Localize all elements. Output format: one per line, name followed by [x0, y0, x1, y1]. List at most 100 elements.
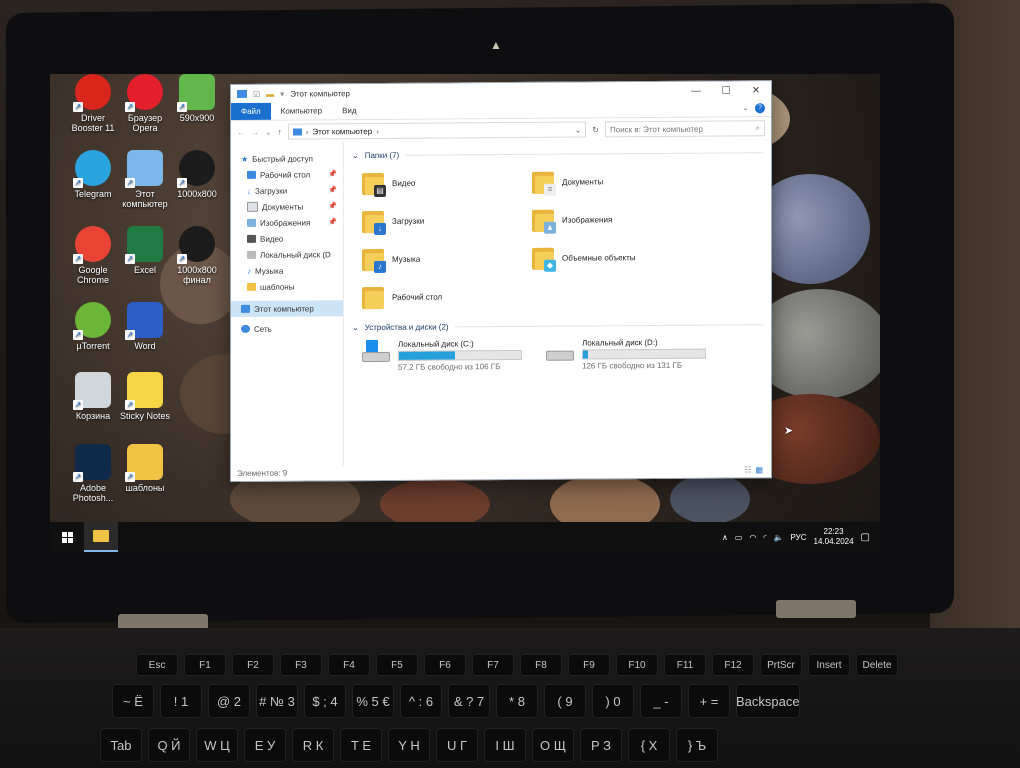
- keyboard-key[interactable]: ~ Ё: [112, 684, 154, 718]
- nav-item-downloads[interactable]: ↓ Загрузки 📌: [231, 182, 343, 199]
- notifications-icon[interactable]: ▢: [861, 532, 870, 543]
- keyboard-key[interactable]: % 5 €: [352, 684, 394, 718]
- nav-item-videos[interactable]: Видео: [231, 230, 343, 247]
- keyboard-key[interactable]: F11: [664, 654, 706, 676]
- tab-file[interactable]: Файл: [231, 102, 271, 120]
- pin-icon[interactable]: 📌: [328, 186, 337, 194]
- taskbar-file-explorer[interactable]: [84, 522, 118, 552]
- breadcrumb-chevron-icon[interactable]: ›: [376, 126, 379, 135]
- keyboard-key[interactable]: F9: [568, 654, 610, 676]
- folder-pictures[interactable]: ▲ Изображения: [532, 202, 702, 237]
- folder-videos[interactable]: ▤ Видео: [362, 165, 532, 200]
- pin-icon[interactable]: 📌: [328, 218, 337, 226]
- breadcrumb[interactable]: Этот компьютер: [312, 127, 372, 136]
- desktop-icon[interactable]: ↗ шаблоны: [112, 444, 178, 493]
- tab-view[interactable]: Вид: [332, 102, 366, 119]
- keyboard-key[interactable]: F8: [520, 654, 562, 676]
- keyboard-key[interactable]: _ -: [640, 684, 682, 718]
- desktop-icon[interactable]: ↗ 590x900: [164, 74, 230, 123]
- keyboard-key[interactable]: ^ : 6: [400, 684, 442, 718]
- keyboard-key[interactable]: @ 2: [208, 684, 250, 718]
- keyboard-key[interactable]: Insert: [808, 654, 850, 676]
- keyboard-key[interactable]: F12: [712, 654, 754, 676]
- nav-item-local-disk-d[interactable]: Локальный диск (D: [231, 246, 343, 263]
- keyboard-key[interactable]: Q Й: [148, 728, 190, 762]
- nav-quick-access[interactable]: ★ Быстрый доступ: [231, 150, 343, 167]
- nav-this-pc[interactable]: Этот компьютер: [231, 300, 343, 317]
- keyboard-key[interactable]: $ ; 4: [304, 684, 346, 718]
- nav-item-pictures[interactable]: Изображения 📌: [231, 214, 343, 231]
- folders-section-header[interactable]: ⌄ Папки (7): [352, 145, 763, 162]
- clock[interactable]: 22:23 14.04.2024: [814, 527, 854, 547]
- keyboard-key[interactable]: W Ц: [196, 728, 238, 762]
- keyboard-key[interactable]: E У: [244, 728, 286, 762]
- help-icon[interactable]: ?: [755, 102, 765, 113]
- keyboard-key[interactable]: Y Н: [388, 728, 430, 762]
- volume-icon[interactable]: 🔈: [774, 533, 784, 542]
- pin-icon[interactable]: 📌: [328, 202, 337, 210]
- properties-icon[interactable]: ☑: [253, 89, 260, 98]
- drive-d[interactable]: Локальный диск (D:) 126 ГБ свободно из 1…: [546, 338, 706, 371]
- keyboard-key[interactable]: F2: [232, 654, 274, 676]
- refresh-icon[interactable]: ↻: [592, 125, 599, 134]
- minimize-button[interactable]: —: [681, 82, 711, 100]
- battery-icon[interactable]: ▭: [735, 533, 743, 542]
- nav-item-desktop[interactable]: Рабочий стол 📌: [231, 166, 343, 183]
- keyboard-key[interactable]: Backspace: [736, 684, 800, 718]
- keyboard-key[interactable]: * 8: [496, 684, 538, 718]
- keyboard-key[interactable]: I Ш: [484, 728, 526, 762]
- keyboard-key[interactable]: # № 3: [256, 684, 298, 718]
- pin-icon[interactable]: 📌: [328, 170, 337, 178]
- forward-arrow-icon[interactable]: →: [251, 127, 259, 136]
- keyboard-key[interactable]: F4: [328, 654, 370, 676]
- wifi-icon[interactable]: ◜: [763, 533, 766, 542]
- address-bar[interactable]: › Этот компьютер › ⌄: [287, 121, 587, 140]
- folder-music[interactable]: ♪ Музыка: [362, 241, 532, 276]
- folder-downloads[interactable]: ↓ Загрузки: [362, 203, 532, 238]
- keyboard-key[interactable]: ( 9: [544, 684, 586, 718]
- up-arrow-icon[interactable]: ↑: [278, 127, 282, 136]
- drive-c[interactable]: Локальный диск (C:) 57,2 ГБ свободно из …: [362, 339, 522, 372]
- keyboard-key[interactable]: T Е: [340, 728, 382, 762]
- expand-ribbon-icon[interactable]: ⌄: [742, 103, 749, 112]
- devices-section-header[interactable]: ⌄ Устройства и диски (2): [352, 317, 763, 334]
- keyboard-key[interactable]: F7: [472, 654, 514, 676]
- file-explorer-window[interactable]: ☑ ▬ ▾ Этот компьютер — ☐ ✕ Файл Компьюте…: [230, 80, 772, 482]
- keyboard-key[interactable]: Delete: [856, 654, 898, 676]
- folder-documents[interactable]: ≡ Документы: [532, 164, 702, 199]
- recent-locations-icon[interactable]: ⌄: [265, 127, 272, 136]
- keyboard-key[interactable]: ) 0: [592, 684, 634, 718]
- nav-item-music[interactable]: ♪ Музыка: [231, 262, 343, 279]
- address-dropdown-icon[interactable]: ⌄: [575, 125, 582, 134]
- nav-network[interactable]: Сеть: [231, 320, 343, 337]
- show-hidden-icons-icon[interactable]: ∧: [722, 533, 728, 542]
- network-icon[interactable]: ◠: [749, 533, 756, 542]
- desktop-icon[interactable]: ↗ Sticky Notes: [112, 372, 178, 421]
- nav-item-documents[interactable]: Документы 📌: [231, 198, 343, 215]
- keyboard-key[interactable]: + =: [688, 684, 730, 718]
- details-view-icon[interactable]: ☷: [744, 463, 751, 477]
- keyboard-key[interactable]: U Г: [436, 728, 478, 762]
- keyboard-key[interactable]: F3: [280, 654, 322, 676]
- tiles-view-icon[interactable]: ▦: [755, 463, 763, 477]
- keyboard-key[interactable]: & ? 7: [448, 684, 490, 718]
- keyboard-key[interactable]: F5: [376, 654, 418, 676]
- keyboard-key[interactable]: F6: [424, 654, 466, 676]
- desktop-icon[interactable]: ↗ 1000x800 финал: [164, 226, 230, 285]
- keyboard-key[interactable]: F1: [184, 654, 226, 676]
- keyboard-key[interactable]: PrtScr: [760, 654, 802, 676]
- keyboard-key[interactable]: O Щ: [532, 728, 574, 762]
- keyboard-key[interactable]: P З: [580, 728, 622, 762]
- desktop-icon[interactable]: ↗ 1000x800: [164, 150, 230, 199]
- language-indicator[interactable]: РУС: [790, 533, 806, 542]
- folder-desktop[interactable]: Рабочий стол: [362, 279, 532, 314]
- nav-item-templates[interactable]: шаблоны: [231, 278, 343, 295]
- start-button[interactable]: [50, 522, 84, 552]
- new-folder-icon[interactable]: ▬: [266, 89, 274, 98]
- folder-3d-objects[interactable]: ◆ Объемные объекты: [532, 240, 702, 275]
- maximize-button[interactable]: ☐: [711, 81, 741, 99]
- keyboard-key[interactable]: F10: [616, 654, 658, 676]
- title-bar[interactable]: ☑ ▬ ▾ Этот компьютер — ☐ ✕: [231, 81, 771, 103]
- keyboard-key[interactable]: R К: [292, 728, 334, 762]
- search-input[interactable]: Поиск в: Этот компьютер ⌕: [605, 120, 765, 138]
